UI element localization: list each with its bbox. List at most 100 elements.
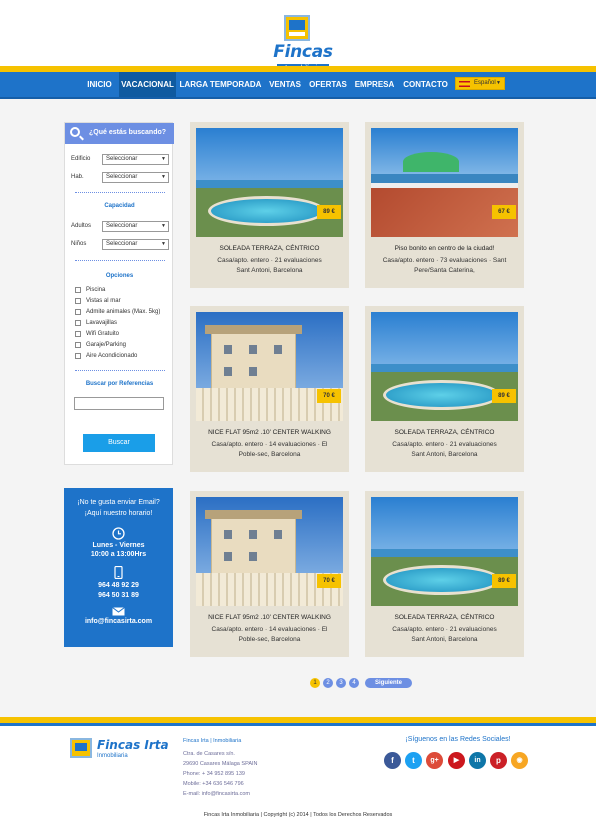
listing-photo[interactable] [371, 128, 518, 237]
listing-photo[interactable] [196, 312, 343, 421]
checkbox[interactable] [75, 320, 81, 326]
language-selector[interactable]: Español ▼ [455, 77, 505, 90]
footer-email[interactable]: E-mail: info@fincasirta.com [183, 791, 250, 797]
ninos-value: Seleccionar [106, 241, 138, 247]
checkbox[interactable] [75, 342, 81, 348]
option-label: Vistas al mar [86, 298, 121, 304]
contact-phone2[interactable]: 964 50 31 89 [64, 592, 173, 599]
search-panel: ¿Qué estás buscando? Edificio Selecciona… [64, 122, 174, 465]
listing-details-line1: Casa/apto. entero · 14 evaluaciones · El [211, 441, 328, 448]
listing-details-line2: Sant Antoni, Barcelona [411, 636, 478, 643]
rss-icon[interactable]: ◉ [511, 752, 528, 769]
option-label: Piscina [86, 287, 106, 293]
contact-line2: ¡Aquí nuestro horario! [84, 510, 153, 517]
clock-icon [112, 527, 125, 540]
nav-item-contacto[interactable]: CONTACTO [398, 72, 453, 97]
footer-logo[interactable]: Fincas Irta Inmobiliaria [70, 738, 170, 762]
option-admite-animales[interactable]: Admite animales (Max. 5kg) [75, 308, 170, 316]
nav-item-empresa[interactable]: EMPRESA [351, 72, 398, 97]
listing-card[interactable]: 89 € SOLEADA TERRAZA, CÉNTRICO Casa/apto… [365, 491, 524, 657]
checkbox[interactable] [75, 287, 81, 293]
listing-card[interactable]: 67 € Piso bonito en centro de la ciudad!… [365, 122, 524, 288]
listing-photo[interactable] [196, 497, 343, 606]
listing-details-line2: Sant Antoni, Barcelona [411, 451, 478, 458]
page-2[interactable]: 2 [323, 678, 333, 688]
chevron-down-icon: ▼ [161, 223, 166, 229]
listing-photo[interactable] [371, 312, 518, 421]
listing-details: Casa/apto. entero · 14 evaluaciones · El… [194, 440, 345, 460]
contact-phone1[interactable]: 964 48 92 29 [64, 582, 173, 589]
nav-item-vacacional[interactable]: VACACIONAL [119, 72, 176, 97]
footer: Fincas Irta Inmobiliaria Fincas Irta | I… [0, 726, 596, 829]
nav-item-ventas[interactable]: VENTAS [265, 72, 305, 97]
adultos-value: Seleccionar [106, 223, 138, 229]
listing-card[interactable]: 89 € SOLEADA TERRAZA, CÉNTRICO Casa/apto… [365, 306, 524, 472]
footer-brand-name: Fincas Irta [97, 738, 169, 752]
page-4[interactable]: 4 [349, 678, 359, 688]
nav-item-inicio[interactable]: INICIO [80, 72, 119, 97]
listing-card[interactable]: 89 € SOLEADA TERRAZA, CÉNTRICO Casa/apto… [190, 122, 349, 288]
adultos-select[interactable]: Seleccionar ▼ [102, 221, 169, 232]
search-button[interactable]: Buscar [83, 434, 155, 452]
hab-label: Hab. [71, 174, 84, 180]
twitter-icon[interactable]: t [405, 752, 422, 769]
nav-item-ofertas[interactable]: OFERTAS [305, 72, 351, 97]
option-lavavajillas[interactable]: Lavavajillas [75, 319, 170, 327]
listing-title[interactable]: NICE FLAT 95m2 .10' CENTER WALKING [194, 429, 345, 436]
opciones-title: Opciones [105, 273, 134, 279]
listing-title[interactable]: NICE FLAT 95m2 .10' CENTER WALKING [194, 614, 345, 621]
main-nav: INICIO VACACIONAL LARGA TEMPORADA VENTAS… [0, 72, 596, 99]
linkedin-icon[interactable]: in [469, 752, 486, 769]
nav-item-larga-temporada[interactable]: LARGA TEMPORADA [176, 72, 265, 97]
page-1[interactable]: 1 [310, 678, 320, 688]
listing-details-line2: Sant Antoni, Barcelona [236, 267, 303, 274]
checkbox[interactable] [75, 298, 81, 304]
ref-title: Buscar por Referencias [85, 381, 154, 387]
option-aire[interactable]: Aire Acondicionado [75, 352, 170, 360]
listing-card[interactable]: 70 € NICE FLAT 95m2 .10' CENTER WALKING … [190, 491, 349, 657]
contact-panel: ¡No te gusta enviar Email? ¡Aquí nuestro… [64, 488, 173, 647]
checkbox[interactable] [75, 331, 81, 337]
option-piscina[interactable]: Piscina [75, 286, 170, 294]
footer-phone: Phone: + 34 952 895 139 [183, 771, 245, 777]
listing-details-line2: Poble-sec, Barcelona [238, 636, 301, 643]
checkbox[interactable] [75, 309, 81, 315]
listing-title[interactable]: SOLEADA TERRAZA, CÉNTRICO [194, 245, 345, 252]
mobile-icon [114, 566, 123, 579]
contact-line1: ¡No te gusta enviar Email? [77, 499, 160, 506]
page-3[interactable]: 3 [336, 678, 346, 688]
next-page-button[interactable]: Siguiente [365, 678, 412, 688]
contact-hours: 10:00 a 13:00Hrs [90, 551, 147, 558]
header: Fincas Irta Inmobiliaria [0, 0, 596, 82]
google-plus-icon[interactable]: g+ [426, 752, 443, 769]
logo-icon [70, 738, 92, 758]
pinterest-icon[interactable]: p [490, 752, 507, 769]
edificio-value: Seleccionar [106, 156, 138, 162]
listing-details-line1: Casa/apto. entero · 73 evaluaciones · Sa… [382, 257, 507, 264]
hab-select[interactable]: Seleccionar ▼ [102, 172, 169, 183]
listing-title[interactable]: SOLEADA TERRAZA, CÉNTRICO [369, 614, 520, 621]
youtube-icon[interactable]: ▶ [448, 752, 465, 769]
option-label: Lavavajillas [86, 320, 118, 326]
listing-title[interactable]: SOLEADA TERRAZA, CÉNTRICO [369, 429, 520, 436]
listing-title[interactable]: Piso bonito en centro de la ciudad! [369, 245, 520, 252]
listing-photo[interactable] [371, 497, 518, 606]
price-badge: 67 € [492, 205, 516, 219]
option-wifi[interactable]: Wifi Gratuito [75, 330, 170, 338]
option-garaje[interactable]: Garaje/Parking [75, 341, 170, 349]
option-vistas-al-mar[interactable]: Vistas al mar [75, 297, 170, 305]
checkbox[interactable] [75, 353, 81, 359]
facebook-icon[interactable]: f [384, 752, 401, 769]
edificio-select[interactable]: Seleccionar ▼ [102, 154, 169, 165]
search-header: ¿Qué estás buscando? [65, 123, 174, 144]
listing-details: Casa/apto. entero · 21 evaluaciones Sant … [194, 256, 345, 276]
listing-details: Casa/apto. entero · 21 evaluaciones Sant … [369, 440, 520, 460]
contact-email[interactable]: info@fincasirta.com [64, 618, 173, 625]
listing-details-line1: Casa/apto. entero · 21 evaluaciones [392, 626, 497, 633]
footer-company: Fincas Irta | Inmobiliaria [183, 738, 242, 744]
ninos-select[interactable]: Seleccionar ▼ [102, 239, 169, 250]
reference-search-input[interactable] [74, 397, 164, 410]
brand-logo[interactable]: Fincas Irta Inmobiliaria [256, 15, 350, 82]
listing-card[interactable]: 70 € NICE FLAT 95m2 .10' CENTER WALKING … [190, 306, 349, 472]
listing-photo[interactable] [196, 128, 343, 237]
